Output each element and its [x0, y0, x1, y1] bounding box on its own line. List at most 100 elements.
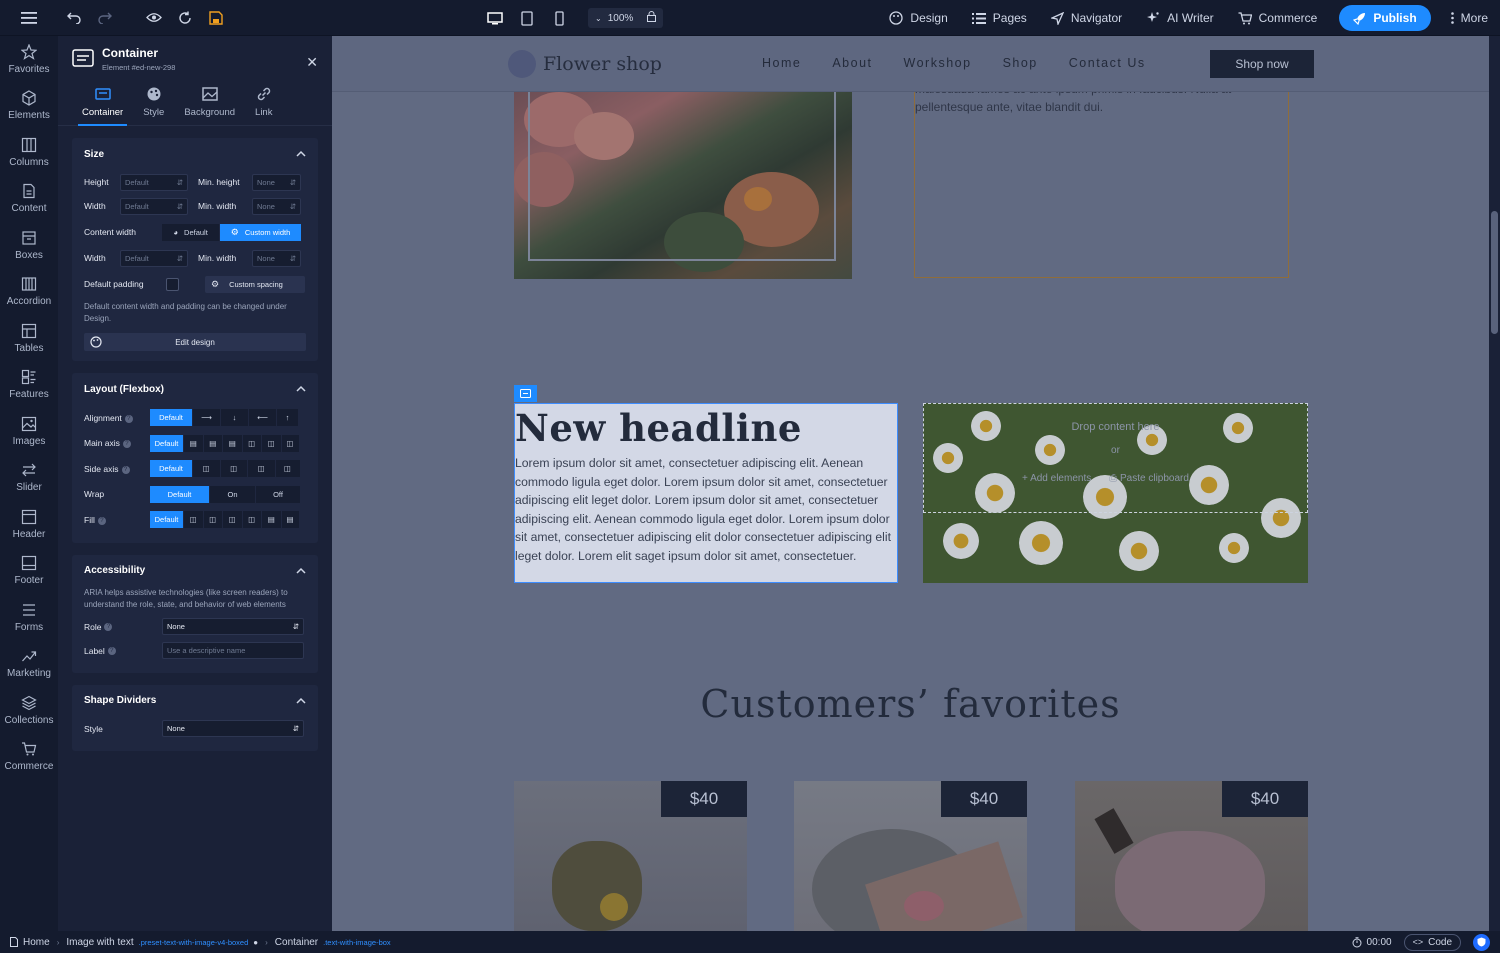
- rail-elements[interactable]: Elements: [0, 83, 58, 130]
- min-width-field[interactable]: None ⇵: [252, 197, 301, 215]
- wrap-off-option[interactable]: Off: [256, 485, 301, 503]
- justify-end-icon[interactable]: ▤: [223, 434, 243, 452]
- content-width-custom-option[interactable]: ⚙ Custom width: [220, 223, 302, 241]
- fill-end-icon[interactable]: ◫: [223, 511, 243, 529]
- width-field-2[interactable]: Default ⇵: [120, 249, 188, 267]
- more-menu[interactable]: More: [1441, 0, 1500, 36]
- role-select[interactable]: None ⇵: [162, 618, 304, 635]
- redo-icon[interactable]: [89, 0, 120, 36]
- code-button[interactable]: <> Code: [1403, 933, 1461, 951]
- min-height-field[interactable]: None ⇵: [252, 173, 301, 191]
- tab-background[interactable]: Background: [174, 78, 245, 125]
- side-axis-default-option[interactable]: Default: [150, 460, 193, 478]
- menu-icon[interactable]: [0, 0, 58, 36]
- publish-button[interactable]: Publish: [1339, 5, 1431, 31]
- zoom-selector[interactable]: ⌄ 100%: [588, 8, 664, 28]
- close-icon[interactable]: ✕: [306, 54, 318, 71]
- align-top-icon[interactable]: ◫: [193, 460, 221, 478]
- site-header[interactable]: Flower shop Home About Workshop Shop Con…: [332, 36, 1489, 92]
- add-elements-link[interactable]: + Add elements: [1022, 473, 1091, 484]
- custom-spacing-button[interactable]: ⚙ Custom spacing: [205, 275, 305, 293]
- help-icon[interactable]: ?: [104, 623, 113, 632]
- rail-favorites[interactable]: Favorites: [0, 36, 58, 83]
- justify-around-icon[interactable]: ◫: [262, 434, 282, 452]
- rail-collections[interactable]: Collections: [0, 687, 58, 734]
- justify-start-icon[interactable]: ▤: [184, 434, 204, 452]
- content-width-default-option[interactable]: ◕ Default: [162, 223, 220, 241]
- arrow-left-icon[interactable]: ⟵: [249, 409, 277, 427]
- undo-icon[interactable]: [58, 0, 89, 36]
- wrap-on-option[interactable]: On: [210, 485, 256, 503]
- min-width-field-2[interactable]: None ⇵: [252, 249, 301, 267]
- layout-section-header[interactable]: Layout (Flexbox): [84, 373, 306, 405]
- fill-center-icon[interactable]: ◫: [203, 511, 223, 529]
- shape-dividers-header[interactable]: Shape Dividers: [84, 685, 306, 717]
- rail-accordion[interactable]: Accordion: [0, 269, 58, 316]
- rail-columns[interactable]: Columns: [0, 129, 58, 176]
- rail-images[interactable]: Images: [0, 408, 58, 455]
- align-stretch-icon[interactable]: ◫: [275, 460, 301, 478]
- wrap-default-option[interactable]: Default: [150, 485, 210, 503]
- width-field[interactable]: Default ⇵: [120, 197, 188, 215]
- divider-style-select[interactable]: None ⇵: [162, 720, 304, 737]
- selected-container-handle[interactable]: [514, 385, 537, 402]
- mobile-view-icon[interactable]: [546, 0, 572, 36]
- rail-marketing[interactable]: Marketing: [0, 641, 58, 688]
- pages-menu[interactable]: Pages: [960, 0, 1039, 36]
- lock-icon[interactable]: [647, 11, 657, 25]
- nav-contact[interactable]: Contact Us: [1069, 56, 1146, 70]
- alignment-default-option[interactable]: Default: [150, 409, 193, 427]
- justify-center-icon[interactable]: ▤: [203, 434, 223, 452]
- design-menu[interactable]: Design: [877, 0, 959, 36]
- height-field[interactable]: Default ⇵: [120, 173, 188, 191]
- arrow-down-icon[interactable]: ↓: [221, 409, 249, 427]
- drop-zone[interactable]: [923, 403, 1308, 513]
- editor-canvas[interactable]: malesuada fames ac ante ipsum primis in …: [332, 36, 1489, 931]
- nav-shop[interactable]: Shop: [1003, 56, 1038, 70]
- fill-default-option[interactable]: Default: [150, 511, 184, 529]
- help-icon[interactable]: ?: [122, 440, 131, 448]
- scrollbar-thumb[interactable]: [1491, 211, 1498, 334]
- product-card[interactable]: $40: [1075, 781, 1308, 931]
- tablet-view-icon[interactable]: [514, 0, 540, 36]
- paste-clipboard-link[interactable]: ⎙ Paste clipboard: [1109, 473, 1189, 484]
- fill-stretch-icon[interactable]: ▤: [281, 511, 300, 529]
- rail-boxes[interactable]: Boxes: [0, 222, 58, 269]
- rail-slider[interactable]: Slider: [0, 455, 58, 502]
- justify-evenly-icon[interactable]: ◫: [281, 434, 300, 452]
- navigator-menu[interactable]: Navigator: [1039, 0, 1134, 36]
- help-icon[interactable]: ?: [97, 516, 106, 525]
- rail-tables[interactable]: Tables: [0, 315, 58, 362]
- help-icon[interactable]: ?: [121, 465, 130, 474]
- rail-header[interactable]: Header: [0, 501, 58, 548]
- save-icon[interactable]: [200, 0, 231, 36]
- edit-design-button[interactable]: Edit design: [84, 333, 306, 351]
- rail-commerce[interactable]: Commerce: [0, 734, 58, 781]
- headline[interactable]: New headline: [515, 405, 897, 451]
- tab-style[interactable]: Style: [133, 78, 174, 125]
- nav-workshop[interactable]: Workshop: [904, 56, 972, 70]
- selected-text-container[interactable]: New headline Lorem ipsum dolor sit amet,…: [514, 403, 898, 583]
- ai-writer-menu[interactable]: AI Writer: [1134, 0, 1225, 36]
- refresh-icon[interactable]: [169, 0, 200, 36]
- tab-container[interactable]: Container: [72, 78, 133, 126]
- arrow-up-icon[interactable]: ↑: [277, 409, 299, 427]
- label-input[interactable]: Use a descriptive name: [162, 642, 304, 659]
- default-padding-checkbox[interactable]: [166, 277, 179, 291]
- align-center-icon[interactable]: ◫: [248, 460, 276, 478]
- site-logo[interactable]: Flower shop: [508, 50, 662, 78]
- desktop-view-icon[interactable]: [482, 0, 508, 36]
- timer[interactable]: 00:00: [1352, 937, 1392, 948]
- breadcrumb-home[interactable]: Home: [0, 937, 57, 948]
- canvas-scrollbar[interactable]: [1489, 36, 1500, 931]
- main-axis-default-option[interactable]: Default: [150, 434, 184, 452]
- rail-features[interactable]: Features: [0, 362, 58, 409]
- accessibility-section-header[interactable]: Accessibility: [84, 555, 306, 587]
- breadcrumb-image-with-text[interactable]: Image with text .preset-text-with-image-…: [59, 937, 265, 948]
- shield-icon[interactable]: [1473, 933, 1490, 951]
- nav-home[interactable]: Home: [762, 56, 801, 70]
- rail-forms[interactable]: Forms: [0, 594, 58, 641]
- product-card[interactable]: $40: [514, 781, 747, 931]
- shop-now-button[interactable]: Shop now: [1210, 50, 1314, 78]
- help-icon[interactable]: ?: [107, 647, 116, 656]
